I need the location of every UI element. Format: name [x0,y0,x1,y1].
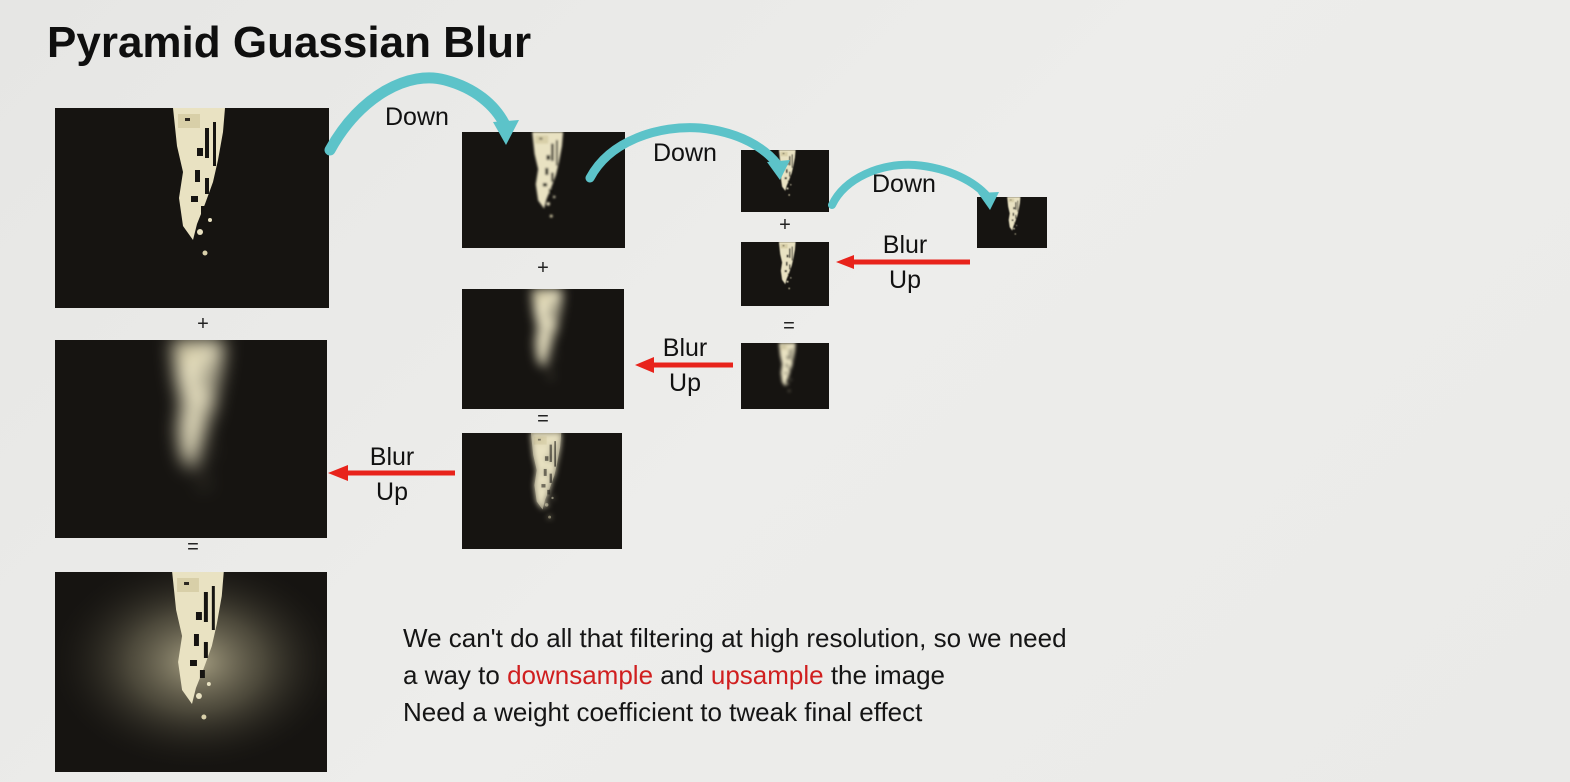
blur-word: Blur [369,443,415,471]
note-line-2: a way to downsample and upsample the ima… [403,657,1067,694]
note-text: the image [823,660,946,690]
blur-word: Blur [882,231,928,259]
note-line-1: We can't do all that filtering at high r… [403,623,1067,653]
equals-sign: = [537,408,549,430]
up-word: Up [669,369,701,397]
up-word: Up [889,266,921,294]
downsample-highlight: downsample [507,660,654,690]
blurred-upsampled-image-level1 [462,289,624,409]
blur-up-label: Blur Up [876,228,934,298]
equals-sign: = [187,536,199,558]
slide-title: Pyramid Guassian Blur [47,18,532,67]
blur-up-label: Blur Up [656,331,714,401]
source-bright-image [55,108,329,308]
blur-up-label: Blur Up [363,440,421,510]
down-label: Down [872,170,936,198]
plus-sign: + [537,257,549,279]
note-text: a way to [403,660,508,690]
explanation-text: We can't do all that filtering at high r… [403,620,1067,731]
blurred-upsampled-image-level0 [55,340,327,538]
plus-sign: + [197,313,209,335]
downsampled-image-level1 [462,132,625,248]
upsample-highlight: upsample [710,660,824,690]
up-word: Up [376,478,408,506]
blur-word: Blur [662,334,708,362]
combined-image-level2 [741,343,829,409]
down-label: Down [653,139,717,167]
plus-sign: + [779,214,791,236]
note-text: and [653,660,711,690]
combined-image-level1 [462,433,622,549]
equals-sign: = [783,315,795,337]
note-line-3: Need a weight coefficient to tweak final… [403,697,923,727]
downsampled-image-level2 [741,150,829,212]
down-label: Down [385,103,449,131]
blurred-upsampled-image-level2 [741,242,829,306]
final-bloom-result-image [55,572,327,772]
downsampled-image-level3 [977,197,1047,248]
